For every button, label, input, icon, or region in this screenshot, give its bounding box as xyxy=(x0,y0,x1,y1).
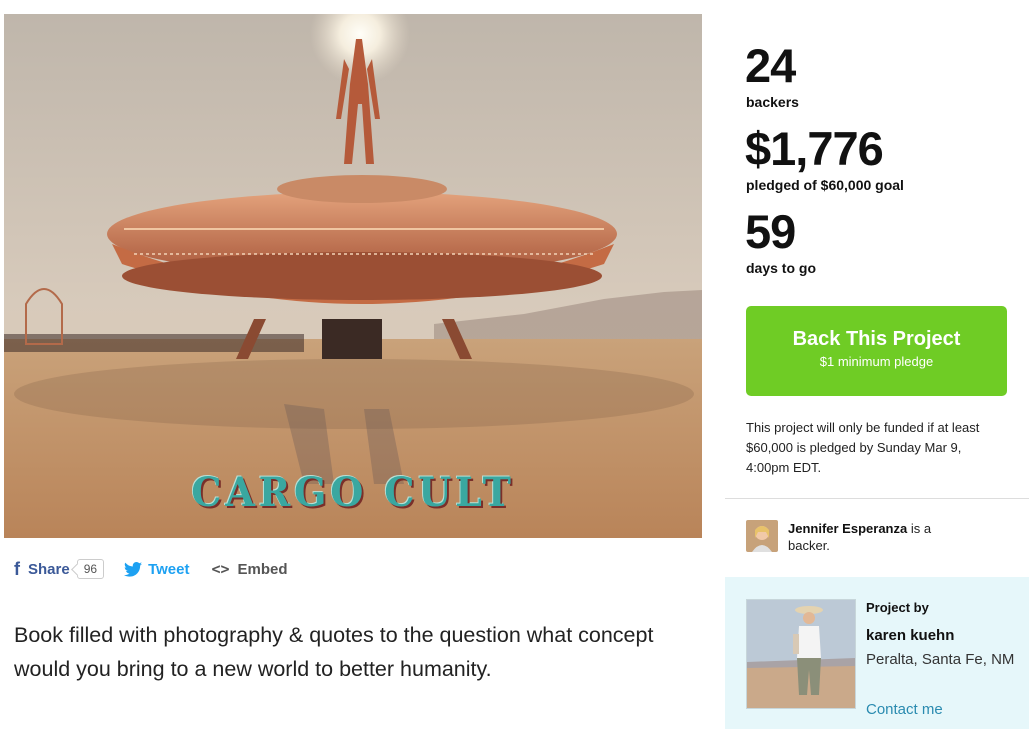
back-this-project-button[interactable]: Back This Project $1 minimum pledge xyxy=(746,306,1007,396)
embed-label: Embed xyxy=(237,560,288,578)
pledged-label: pledged of $60,000 goal xyxy=(746,177,904,193)
project-by-heading: Project by xyxy=(866,600,929,615)
creator-avatar[interactable] xyxy=(746,599,856,709)
friend-backer-row: Jennifer Esperanza is a backer. xyxy=(746,520,958,554)
facebook-icon: f xyxy=(14,558,20,579)
project-description: Book filled with photography & quotes to… xyxy=(14,623,654,681)
backers-count: 24 xyxy=(745,39,796,92)
twitter-bird-icon xyxy=(124,561,143,577)
tweet-button[interactable]: Tweet xyxy=(124,561,189,578)
backer-name[interactable]: Jennifer Esperanza xyxy=(788,521,907,536)
embed-button[interactable]: <> Embed xyxy=(211,560,287,578)
sidebar-divider xyxy=(725,498,1029,499)
back-button-label: Back This Project xyxy=(792,328,961,350)
backer-avatar[interactable] xyxy=(746,520,778,552)
creator-card: Project by karen kuehn Peralta, Santa Fe… xyxy=(725,577,1029,729)
contact-me-link[interactable]: Contact me xyxy=(866,701,943,718)
embed-code-icon: <> xyxy=(211,560,230,578)
project-hero-image[interactable]: CARGO CULT xyxy=(4,14,702,538)
facebook-share-button[interactable]: f Share 96 xyxy=(14,558,105,580)
share-count-badge: 96 xyxy=(76,559,105,579)
days-count: 59 xyxy=(745,205,796,258)
share-bar: f Share 96 Tweet <> Embed xyxy=(14,556,288,582)
desert-ufo-photo xyxy=(4,14,702,538)
share-label: Share xyxy=(28,560,70,578)
back-button-sublabel: $1 minimum pledge xyxy=(819,354,934,369)
pledged-amount: $1,776 xyxy=(745,122,884,175)
creator-location: Peralta, Santa Fe, NM xyxy=(866,651,1015,668)
days-label: days to go xyxy=(746,260,817,276)
hero-caption-text: CARGO CULT xyxy=(191,469,515,516)
funding-note: This project will only be funded if at l… xyxy=(746,420,980,475)
backers-label: backers xyxy=(746,94,799,110)
creator-name[interactable]: karen kuehn xyxy=(866,627,954,644)
tweet-label: Tweet xyxy=(148,560,190,578)
